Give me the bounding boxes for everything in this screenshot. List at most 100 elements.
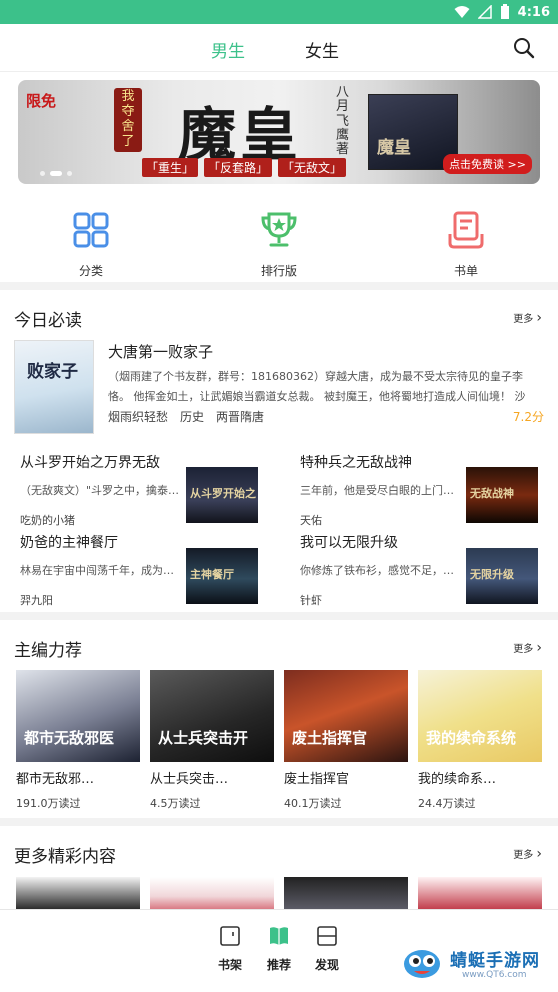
book-author: 羿九阳 xyxy=(20,594,53,607)
tab-male[interactable]: 男生 xyxy=(211,37,245,62)
nav-recommend[interactable]: 推荐 xyxy=(259,924,299,973)
carousel-dot[interactable] xyxy=(40,171,45,176)
banner-area: 限免 我夺舍了 魔皇 八月飞鹰著 「重生」 「反套路」 「无敌文」 魔皇 点击免… xyxy=(0,72,558,192)
book-title: 从斗罗开始之万界无敌 xyxy=(20,455,160,471)
nav-label: 发现 xyxy=(314,958,339,972)
tab-female[interactable]: 女生 xyxy=(305,37,339,62)
list-item[interactable]: 从斗罗开始之万界无敌 （无敌爽文）"斗罗之中，擒泰… 吃奶的小猪 xyxy=(20,452,182,528)
cover-text: 都市无敌邪医 xyxy=(24,729,115,747)
nav-label: 书架 xyxy=(217,958,242,972)
book-author: 天佑 xyxy=(300,514,322,527)
shortcut-label: 分类 xyxy=(78,264,103,278)
nav-label: 推荐 xyxy=(266,958,291,972)
more-label: 更多 xyxy=(513,314,534,325)
book-author: 烟雨织轻愁 xyxy=(108,410,169,424)
book-title: 都市无敌邪… xyxy=(16,772,95,787)
search-icon[interactable] xyxy=(512,36,536,60)
booklist-icon xyxy=(448,211,484,249)
book-title: 特种兵之无敌战神 xyxy=(300,455,412,471)
trophy-icon xyxy=(261,212,297,247)
carousel-dots xyxy=(40,171,72,176)
section-title: 更多精彩内容 xyxy=(14,847,116,867)
battery-icon xyxy=(500,4,509,19)
discover-icon xyxy=(317,926,337,946)
dragonfly-logo-icon xyxy=(404,950,440,978)
featured-book-title[interactable]: 大唐第一败家子 xyxy=(108,341,213,362)
shortcut-booklist[interactable]: 书单 xyxy=(426,210,506,279)
cover-text: 从士兵突击开 xyxy=(158,729,249,747)
book-title: 废土指挥官 xyxy=(284,772,350,787)
banner-tag: 「重生」 xyxy=(142,158,199,177)
book-cover: 废土指挥官 xyxy=(284,670,408,762)
more-link[interactable]: 更多 › xyxy=(513,640,542,656)
book-cover: 从士兵突击开 xyxy=(150,670,274,762)
read-count: 40.1万读过 xyxy=(284,797,342,810)
shortcut-category[interactable]: 分类 xyxy=(51,210,131,279)
book-title: 我可以无限升级 xyxy=(300,535,398,551)
book-thumbnail[interactable]: 主神餐厅 xyxy=(186,548,258,604)
more-link[interactable]: 更多 › xyxy=(513,846,542,862)
promo-banner[interactable]: 限免 我夺舍了 魔皇 八月飞鹰著 「重生」 「反套路」 「无敌文」 魔皇 点击免… xyxy=(18,80,540,184)
top-nav: 男生 女生 xyxy=(0,24,558,72)
chevron-right-icon: › xyxy=(536,846,542,862)
free-read-button[interactable]: 点击免费读 >> xyxy=(443,154,532,174)
banner-tag: 「无敌文」 xyxy=(278,158,347,177)
book-cover: 都市无敌邪医 xyxy=(16,670,140,762)
featured-book-desc: （烟雨建了个书友群，群号：181680362）穿越大唐，成为最不受太宗待见的皇子… xyxy=(108,370,526,403)
book-cover[interactable] xyxy=(284,877,408,909)
featured-book-cover[interactable]: 败家子 xyxy=(14,340,94,434)
list-item[interactable]: 特种兵之无敌战神 三年前，他是受尽白眼的上门赘… 天佑 xyxy=(300,452,462,528)
banner-author: 八月飞鹰著 xyxy=(336,85,350,158)
book-title: 我的续命系… xyxy=(418,772,497,787)
shortcut-ranking[interactable]: 排行版 xyxy=(239,210,319,279)
featured-book-tags: 烟雨织轻愁 历史 两晋隋唐 xyxy=(108,408,264,425)
list-item[interactable]: 我可以无限升级 你修炼了铁布衫，感觉不足，铁… 针虾 xyxy=(300,532,462,608)
more-label: 更多 xyxy=(513,644,534,655)
book-desc: 林易在宇宙中闯荡千年，成为至… xyxy=(20,564,182,577)
thumb-caption: 无限升级 xyxy=(470,568,514,581)
book-score: 7.2分 xyxy=(512,410,544,424)
thumb-caption: 主神餐厅 xyxy=(190,568,234,581)
more-label: 更多 xyxy=(513,850,534,861)
book-subgenre: 两晋隋唐 xyxy=(216,410,265,424)
status-icons: 4:16 xyxy=(454,3,550,21)
book-card[interactable]: 从士兵突击开 从士兵突击… 4.5万读过 xyxy=(150,670,274,811)
book-desc: （无敌爽文）"斗罗之中，擒泰… xyxy=(20,484,180,497)
read-count: 24.4万读过 xyxy=(418,797,476,810)
wifi-icon xyxy=(454,6,470,18)
banner-tag: 「反套路」 xyxy=(204,158,273,177)
thumb-caption: 从斗罗开始之 xyxy=(190,487,256,500)
watermark-domain: www.QT6.com xyxy=(462,970,527,980)
book-thumbnail[interactable]: 无敌战神 xyxy=(466,467,538,523)
banner-badge: 限免 xyxy=(26,92,57,110)
chevron-right-icon: › xyxy=(536,310,542,326)
book-card[interactable]: 废土指挥官 废土指挥官 40.1万读过 xyxy=(284,670,408,811)
book-desc: 你修炼了铁布衫，感觉不足，铁… xyxy=(300,564,462,577)
featured-cover-text: 败家子 xyxy=(27,362,78,382)
carousel-dot[interactable] xyxy=(67,171,72,176)
status-bar: 4:16 xyxy=(0,0,558,24)
book-card[interactable]: 都市无敌邪医 都市无敌邪… 191.0万读过 xyxy=(16,670,140,811)
book-author: 吃奶的小猪 xyxy=(20,514,75,527)
recommend-icon xyxy=(270,927,288,945)
more-link[interactable]: 更多 › xyxy=(513,310,542,326)
shortcut-label: 排行版 xyxy=(260,264,297,278)
book-author: 针虾 xyxy=(300,594,322,607)
signal-icon xyxy=(477,5,492,19)
book-thumbnail[interactable]: 从斗罗开始之 xyxy=(186,467,258,523)
carousel-dot-active[interactable] xyxy=(50,171,62,176)
book-cover[interactable] xyxy=(418,877,542,909)
banner-tags: 「重生」 「反套路」 「无敌文」 xyxy=(142,158,347,177)
book-title: 奶爸的主神餐厅 xyxy=(20,535,118,551)
list-item[interactable]: 奶爸的主神餐厅 林易在宇宙中闯荡千年，成为至… 羿九阳 xyxy=(20,532,182,608)
nav-bookshelf[interactable]: 书架 xyxy=(210,924,250,973)
book-card[interactable]: 我的续命系统 我的续命系… 24.4万读过 xyxy=(418,670,542,811)
book-thumbnail[interactable]: 无限升级 xyxy=(466,548,538,604)
book-cover[interactable] xyxy=(16,877,140,909)
book-cover[interactable] xyxy=(150,877,274,909)
shortcut-label: 书单 xyxy=(453,264,478,278)
cover-text: 我的续命系统 xyxy=(426,729,517,747)
cover-text: 废土指挥官 xyxy=(292,729,368,747)
nav-discover[interactable]: 发现 xyxy=(307,924,347,973)
book-cover: 我的续命系统 xyxy=(418,670,542,762)
